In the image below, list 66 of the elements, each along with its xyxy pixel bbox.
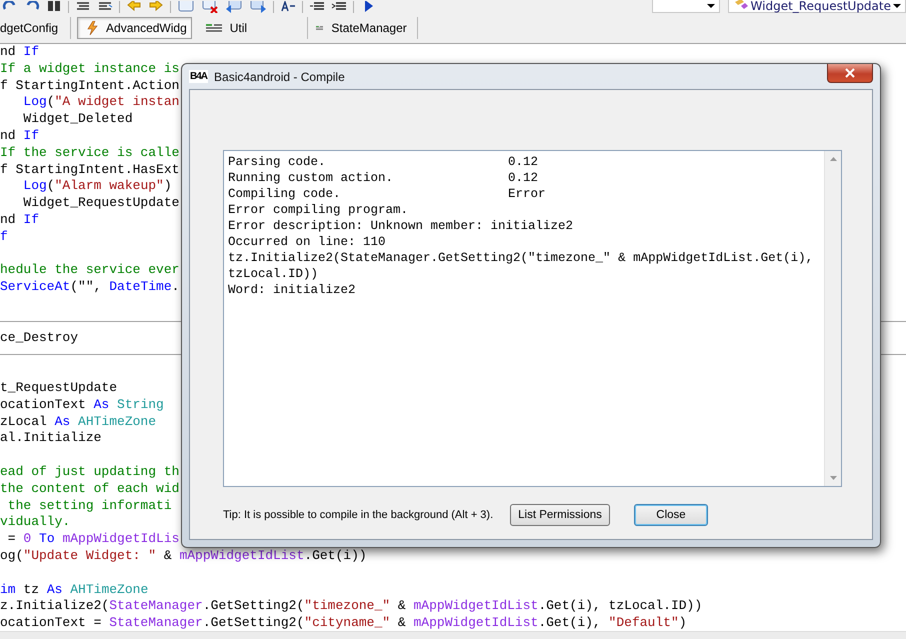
code-line: vidually.: [0, 514, 70, 532]
close-button[interactable]: [827, 64, 873, 83]
back-page-icon[interactable]: [225, 1, 243, 13]
sub-dropdown[interactable]: Widget_RequestUpdate: [728, 0, 906, 13]
tip-text: Tip: It is possible to compile in the background (Alt + 3).: [223, 509, 494, 521]
dialog-title: Basic4android - Compile: [214, 70, 346, 84]
log-time: 0.12: [508, 170, 538, 186]
code-line: f StartingIntent.Action: [0, 78, 180, 94]
code-line: nd If: [0, 44, 40, 61]
code-editor[interactable]: [0, 44, 906, 632]
right-arrow-icon[interactable]: [148, 1, 164, 13]
dialog-button[interactable]: Close: [634, 504, 708, 526]
code-line: ocationText = StateManager.GetSetting2("cityname_" & mAppWidgetIdList.Get(i), "Default"): [0, 615, 687, 632]
code-line: = 0 To mAppWidgetIdLis: [6, 531, 180, 548]
module-dropdown[interactable]: [652, 0, 720, 13]
code-line: Log("A widget instan: [22, 94, 180, 112]
code-line: nd If: [0, 212, 40, 229]
log-text: Word: initialize2: [228, 282, 356, 298]
module-tab[interactable]: StateManager: [308, 17, 418, 39]
code-line: ead of just updating th: [0, 464, 180, 481]
close-icon: [845, 68, 855, 78]
module-tab[interactable]: dgetConfig: [0, 17, 72, 39]
log-time: Error: [508, 186, 546, 202]
log-text: Running custom action.: [228, 170, 394, 186]
lightning-icon: [86, 21, 98, 35]
module-icon: [206, 24, 222, 32]
module-icon: [316, 24, 324, 32]
code-line: hedule the service ever: [0, 262, 180, 280]
code-line: f StartingIntent.HasExt: [0, 162, 180, 178]
code-line: al.Initialize: [0, 430, 102, 448]
left-arrow-icon[interactable]: [126, 1, 142, 13]
sub-icon: [732, 0, 749, 12]
code-line: Widget_RequestUpdate: [22, 195, 180, 212]
code-line: t_RequestUpdate: [0, 380, 118, 397]
code-line: og("Update Widget: " & mAppWidgetIdList.Get(i)): [0, 548, 367, 565]
code-line: im tz As AHTimeZone: [0, 582, 148, 598]
blank-page-icon[interactable]: [177, 1, 195, 13]
list-permissions-button[interactable]: List Permissions: [510, 504, 610, 526]
log-text: Compiling code.: [228, 186, 342, 202]
code-line: z.Initialize2(StateManager.GetSetting2("timezone_" & mAppWidgetIdList.Get(i), tzLocal.ID)): [0, 598, 702, 616]
code-line: If the service is calle: [0, 144, 180, 162]
log-time: 0.12: [508, 154, 538, 170]
horizontal-scrollbar[interactable]: [0, 631, 906, 639]
code-line: ocationText As String: [0, 396, 164, 414]
code-line: nd If: [0, 128, 40, 145]
code-line: f: [0, 228, 8, 246]
module-tab[interactable]: Util: [198, 17, 308, 39]
code-line: If a widget instance is: [0, 60, 180, 78]
log-text: Error description: Unknown member: initialize2: [228, 218, 574, 234]
log-text: Error compiling program.: [228, 202, 408, 218]
code-line: the content of each wid: [0, 480, 180, 498]
app-logo: B4A: [189, 70, 208, 83]
delete-icon[interactable]: [201, 1, 219, 13]
font-size-icon[interactable]: [280, 1, 296, 13]
module-tab[interactable]: AdvancedWidg: [77, 17, 192, 39]
code-line: the setting informati: [6, 498, 172, 514]
code-line: zLocal As AHTimeZone: [0, 414, 156, 430]
log-text: Parsing code.: [228, 154, 327, 170]
log-text: Occurred on line: 110: [228, 234, 386, 250]
log-text: tzLocal.ID)): [228, 266, 318, 282]
code-line: ce_Destroy: [0, 330, 78, 346]
code-line: Widget_Deleted: [22, 111, 133, 128]
log-text: tz.Initialize2(StateManager.GetSetting2("timezone_" & mAppWidgetIdList.Get(i),: [228, 250, 814, 266]
forward-page-icon[interactable]: [249, 1, 267, 13]
code-line: Log("Alarm wakeup"): [22, 178, 172, 196]
code-line: ServiceAt("", DateTime.: [0, 279, 180, 296]
